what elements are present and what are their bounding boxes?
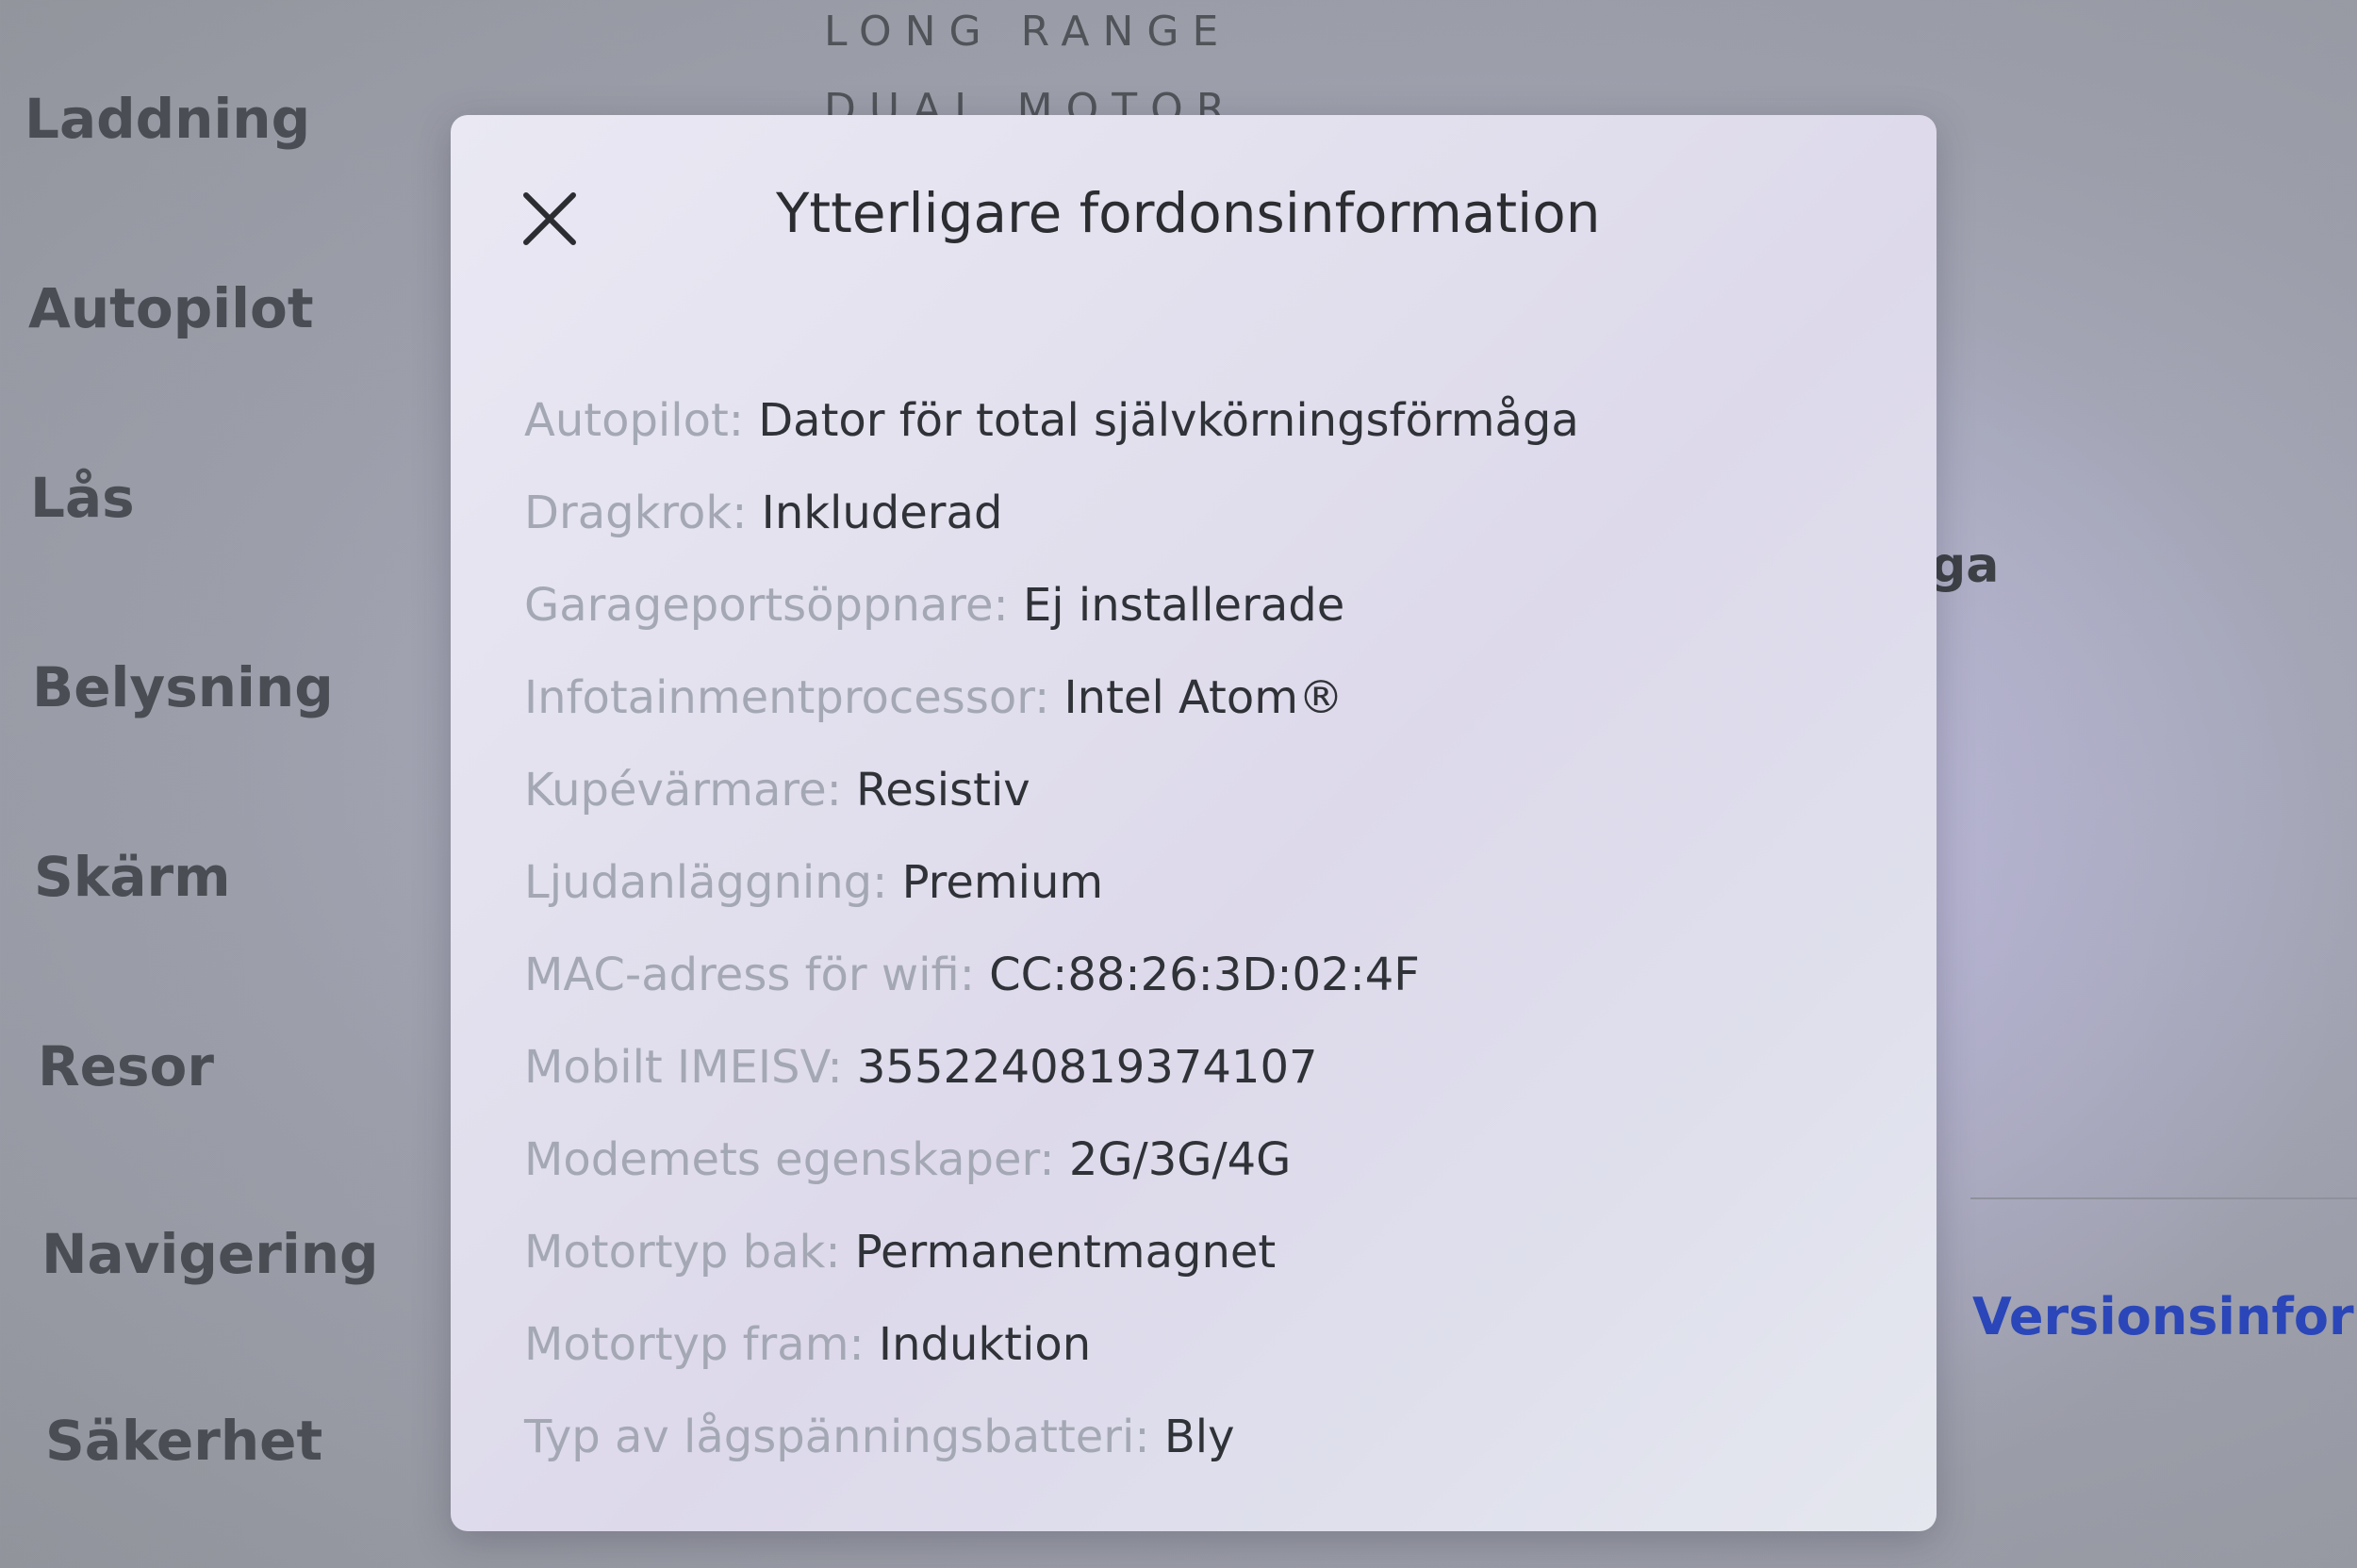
sidebar-item-resor[interactable]: Resor [38, 1034, 214, 1098]
sidebar-item-sakerhet[interactable]: Säkerhet [45, 1409, 322, 1473]
sidebar-item-las[interactable]: Lås [30, 466, 135, 530]
info-value: Resistiv [856, 764, 1030, 817]
info-value: Intel Atom® [1063, 671, 1343, 724]
info-value: Permanentmagnet [854, 1226, 1277, 1279]
info-row-autopilot: Autopilot: Dator för total självkörnings… [524, 374, 1579, 467]
sidebar-item-autopilot[interactable]: Autopilot [28, 276, 314, 340]
info-row-modem: Modemets egenskaper: 2G/3G/4G [524, 1114, 1579, 1206]
info-value: Induktion [878, 1318, 1092, 1371]
info-label: Modemets egenskaper: [524, 1133, 1055, 1186]
info-row-kupevarmare: Kupévärmare: Resistiv [524, 744, 1579, 836]
sidebar-item-laddning[interactable]: Laddning [25, 87, 310, 151]
info-label: Dragkrok: [524, 487, 748, 539]
info-label: Ljudanläggning: [524, 856, 888, 909]
info-value: 3552240819374107 [856, 1041, 1318, 1094]
info-row-lagspanningsbatteri: Typ av lågspänningsbatteri: Bly [524, 1391, 1579, 1483]
info-row-motortyp-bak: Motortyp bak: Permanentmagnet [524, 1206, 1579, 1298]
version-info-link[interactable]: Versionsinforma [1972, 1287, 2357, 1346]
info-row-garageportsoppnare: Garageportsöppnare: Ej installerade [524, 559, 1579, 652]
close-icon [523, 192, 576, 245]
info-value: 2G/3G/4G [1068, 1133, 1292, 1186]
sidebar-item-skarm[interactable]: Skärm [34, 845, 231, 909]
info-row-motortyp-fram: Motortyp fram: Induktion [524, 1298, 1579, 1391]
info-row-infotainmentprocessor: Infotainmentprocessor: Intel Atom® [524, 652, 1579, 744]
info-value: CC:88:26:3D:02:4F [989, 949, 1420, 1001]
background-divider [1970, 1197, 2357, 1199]
info-value: Bly [1163, 1411, 1235, 1463]
settings-sidebar: Laddning Autopilot Lås Belysning Skärm R… [0, 0, 443, 1568]
info-label: Motortyp bak: [524, 1226, 841, 1279]
vehicle-info-list: Autopilot: Dator för total självkörnings… [524, 374, 1579, 1483]
info-label: Infotainmentprocessor: [524, 671, 1050, 724]
info-label: Garageportsöppnare: [524, 579, 1009, 632]
info-row-mac-address: MAC-adress för wifi: CC:88:26:3D:02:4F [524, 929, 1579, 1021]
info-row-ljudanlaggning: Ljudanläggning: Premium [524, 836, 1579, 929]
vehicle-info-modal: Ytterligare fordonsinformation Autopilot… [451, 115, 1937, 1531]
info-label: Mobilt IMEISV: [524, 1041, 843, 1094]
info-label: Autopilot: [524, 394, 744, 447]
info-value: Premium [901, 856, 1104, 909]
info-label: Kupévärmare: [524, 764, 842, 817]
info-value: Ej installerade [1022, 579, 1345, 632]
modal-title: Ytterligare fordonsinformation [776, 181, 1601, 245]
close-button[interactable] [517, 186, 583, 252]
info-label: Typ av lågspänningsbatteri: [524, 1411, 1150, 1463]
sidebar-item-belysning[interactable]: Belysning [32, 655, 334, 719]
sidebar-item-navigering[interactable]: Navigering [41, 1222, 379, 1286]
info-label: MAC-adress för wifi: [524, 949, 975, 1001]
info-value: Inkluderad [761, 487, 1003, 539]
info-value: Dator för total självkörningsförmåga [758, 394, 1579, 447]
info-row-imeisv: Mobilt IMEISV: 3552240819374107 [524, 1021, 1579, 1114]
background-partial-text: ga [1931, 537, 2000, 594]
model-name-line-1: LONG RANGE [824, 8, 1232, 56]
info-label: Motortyp fram: [524, 1318, 865, 1371]
info-row-dragkrok: Dragkrok: Inkluderad [524, 467, 1579, 559]
